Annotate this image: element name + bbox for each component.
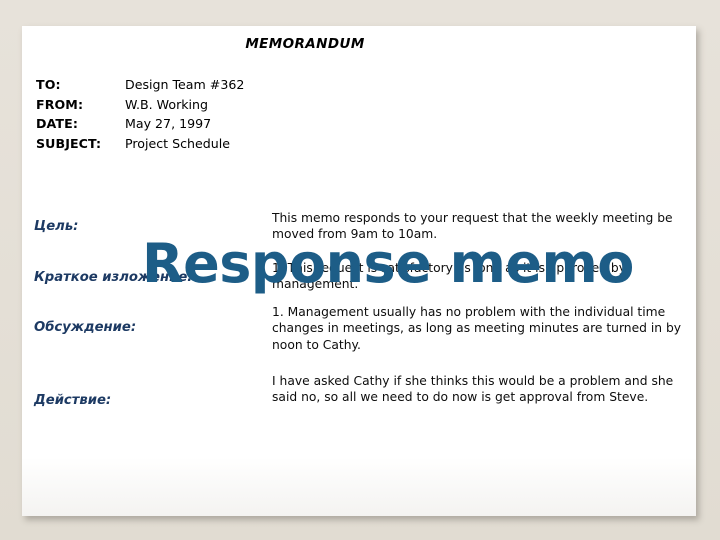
memo-field-value-date: May 27, 1997 [125,116,212,131]
memo-field-date: DATE: May 27, 1997 [36,116,456,136]
memo-section-text-action: I have asked Cathy if she thinks this wo… [272,374,674,405]
memo-section-purpose: Цель: This memo responds to your request… [22,186,696,244]
memo-field-from: FROM: W.B. Working [36,97,456,117]
memo-section-label-summary: Краткое изложение: [34,270,193,285]
memo-section-label-purpose: Цель: [34,219,79,234]
memo-field-subject: SUBJECT: Project Schedule [36,136,456,156]
memo-section-discussion: Обсуждение: 1. Management usually has no… [22,292,696,360]
memo-field-label-to: TO: [36,77,61,92]
memo-field-value-from: W.B. Working [125,96,209,112]
memo-header-fields: TO: Design Team #362 FROM: W.B. Working … [36,77,456,155]
memo-section-action: Действие: I have asked Cathy if she thin… [22,360,696,430]
memo-section-text-discussion: 1. Management usually has no problem wit… [272,305,682,352]
memo-field-label-subject: SUBJECT: [36,135,102,151]
memo-field-label-date: DATE: [36,116,78,131]
memo-field-to: TO: Design Team #362 [36,77,456,97]
memo-section-text-purpose: This memo responds to your request that … [272,211,673,242]
memo-field-value-subject: Project Schedule [125,135,230,151]
memo-field-label-from: FROM: [36,96,84,112]
memo-section-text-summary: 1. This request is satisfactory as long … [272,261,626,292]
memo-section-summary: Краткое изложение: 1. This request is sa… [22,244,696,292]
memo-heading: MEMORANDUM [245,36,365,52]
memo-field-value-to: Design Team #362 [125,77,245,92]
memo-section-label-action: Действие: [34,393,112,408]
memo-card: MEMORANDUM TO: Design Team #362 FROM: W.… [22,26,696,516]
memo-section-label-discussion: Обсуждение: [34,320,137,335]
